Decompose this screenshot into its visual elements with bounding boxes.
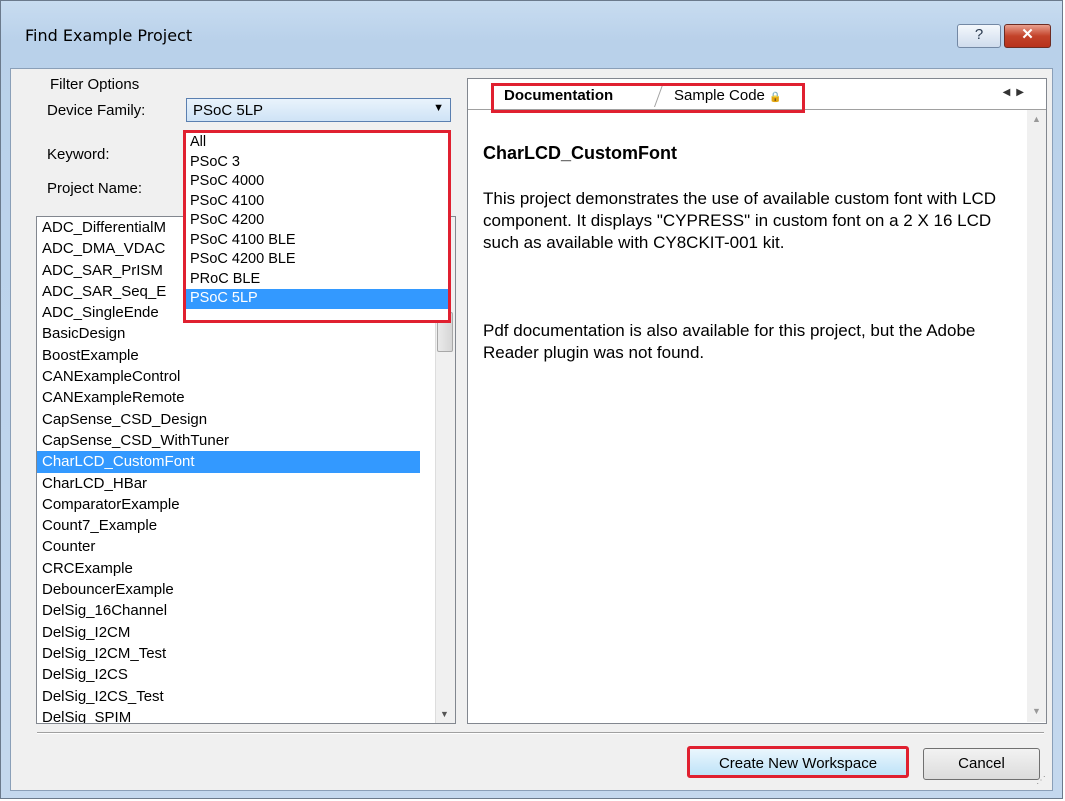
list-item[interactable]: BoostExample: [37, 345, 420, 366]
help-button[interactable]: ?: [957, 24, 1001, 48]
list-item[interactable]: DelSig_I2CS_Test: [37, 686, 420, 707]
list-item[interactable]: DelSig_SPIM: [37, 707, 420, 723]
list-item[interactable]: CapSense_CSD_Design: [37, 409, 420, 430]
list-item[interactable]: Count7_Example: [37, 515, 420, 536]
dropdown-option[interactable]: PSoC 3: [186, 153, 448, 173]
dropdown-option[interactable]: PSoC 4100: [186, 192, 448, 212]
device-family-select[interactable]: PSoC 5LP ▼: [186, 98, 451, 122]
doc-title: CharLCD_CustomFont: [483, 143, 677, 163]
tabs-highlight-box: [491, 83, 805, 113]
scroll-up-arrow-icon[interactable]: ▲: [1032, 114, 1041, 124]
device-family-value: PSoC 5LP: [193, 102, 264, 119]
list-item[interactable]: Counter: [37, 536, 420, 557]
dropdown-option[interactable]: PSoC 5LP: [186, 289, 448, 309]
dialog-title: Find Example Project: [25, 26, 193, 45]
chevron-down-icon[interactable]: ▼: [433, 102, 444, 114]
filter-options-label: Filter Options: [47, 76, 143, 93]
list-item[interactable]: DelSig_I2CS: [37, 664, 420, 685]
create-new-workspace-button[interactable]: Create New Workspace: [687, 746, 909, 778]
scroll-down-arrow-icon[interactable]: ▼: [440, 709, 449, 719]
doc-paragraph-2: Pdf documentation is also available for …: [483, 321, 976, 362]
dropdown-option[interactable]: All: [186, 133, 448, 153]
tab-scroll-arrows-icon[interactable]: ◀▶: [1003, 87, 1030, 98]
list-item[interactable]: BasicDesign: [37, 323, 420, 344]
device-family-label: Device Family:: [47, 102, 146, 119]
divider: [37, 732, 1044, 734]
list-item[interactable]: DelSig_I2CM_Test: [37, 643, 420, 664]
list-item[interactable]: CANExampleControl: [37, 366, 420, 387]
dropdown-option[interactable]: PSoC 4200 BLE: [186, 250, 448, 270]
list-item[interactable]: CANExampleRemote: [37, 387, 420, 408]
dropdown-option[interactable]: PSoC 4100 BLE: [186, 231, 448, 251]
device-family-dropdown-list[interactable]: All PSoC 3 PSoC 4000 PSoC 4100 PSoC 4200 PSoC…: [183, 130, 451, 323]
keyword-label: Keyword:: [47, 146, 110, 163]
cancel-button[interactable]: Cancel: [923, 748, 1040, 780]
dropdown-option[interactable]: PRoC BLE: [186, 270, 448, 290]
list-item[interactable]: DebouncerExample: [37, 579, 420, 600]
title-bar: Find Example Project ? ✕: [1, 1, 1062, 71]
doc-scrollbar[interactable]: ▲ ▼: [1027, 110, 1046, 722]
list-item[interactable]: CharLCD_CustomFont: [37, 451, 420, 473]
documentation-panel: Documentation Sample Code 🔒 ◀▶ CharLCD_C…: [467, 78, 1047, 724]
close-button[interactable]: ✕: [1004, 24, 1051, 48]
list-item[interactable]: CRCExample: [37, 558, 420, 579]
scroll-down-arrow-icon[interactable]: ▼: [1032, 706, 1041, 716]
list-item[interactable]: DelSig_I2CM: [37, 622, 420, 643]
list-item[interactable]: CapSense_CSD_WithTuner: [37, 430, 420, 451]
dialog-client-area: Filter Options Device Family: PSoC 5LP ▼…: [10, 68, 1053, 791]
dropdown-option[interactable]: PSoC 4200: [186, 211, 448, 231]
resize-grip-icon[interactable]: ⋰: [1036, 775, 1046, 786]
list-item[interactable]: CharLCD_HBar: [37, 473, 420, 494]
list-item[interactable]: DelSig_16Channel: [37, 600, 420, 621]
find-example-project-dialog: Find Example Project ? ✕ Filter Options …: [0, 0, 1063, 799]
project-name-label: Project Name:: [47, 180, 143, 197]
dropdown-option[interactable]: PSoC 4000: [186, 172, 448, 192]
list-item[interactable]: ComparatorExample: [37, 494, 420, 515]
doc-paragraph-1: This project demonstrates the use of ava…: [483, 189, 997, 252]
